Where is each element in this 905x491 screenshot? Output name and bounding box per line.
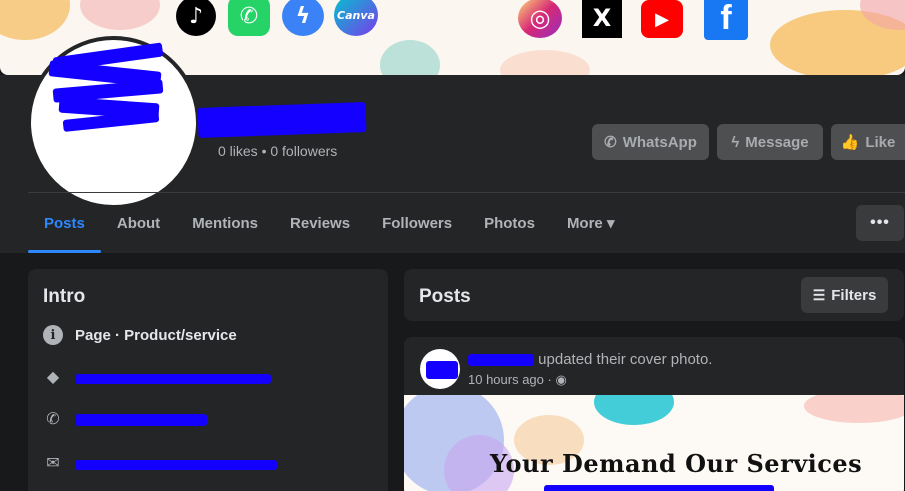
tab-mentions[interactable]: Mentions <box>176 201 274 246</box>
tab-photos[interactable]: Photos <box>468 201 551 246</box>
profile-tabs: Posts About Mentions Reviews Followers P… <box>28 201 630 253</box>
banner-headline: Your Demand Our Services <box>490 449 863 478</box>
intro-title: Intro <box>43 286 86 307</box>
filters-button[interactable]: ☰ Filters <box>801 277 888 313</box>
avatar[interactable] <box>27 36 204 209</box>
tab-more[interactable]: More ▾ <box>551 201 631 246</box>
like-button[interactable]: 👍 Like <box>831 124 905 160</box>
intro-card: Intro i Page · Product/service ◆ ✆ ✉ <box>28 269 388 491</box>
tab-about[interactable]: About <box>101 201 176 246</box>
instagram-icon: ◎ <box>518 0 562 38</box>
redacted-post-avatar-logo <box>426 361 458 379</box>
messenger-icon: ϟ <box>731 133 740 151</box>
phone-icon: ✆ <box>46 411 60 428</box>
header-divider <box>28 192 905 193</box>
message-button[interactable]: ϟ Message <box>717 124 823 160</box>
likes-followers-count: 0 likes • 0 followers <box>218 143 338 159</box>
info-icon: i <box>43 325 63 345</box>
like-label: Like <box>865 133 896 151</box>
tiktok-icon: ♪ <box>176 0 216 36</box>
globe-icon: ◉ <box>555 372 567 387</box>
tab-reviews[interactable]: Reviews <box>274 201 366 246</box>
intro-category-row: i Page · Product/service <box>43 325 237 345</box>
posts-title: Posts <box>419 286 471 307</box>
filters-label: Filters <box>831 286 877 304</box>
post-timestamp[interactable]: 10 hours ago · ◉ <box>468 372 567 388</box>
whatsapp-button[interactable]: ✆ WhatsApp <box>592 124 709 160</box>
tab-followers[interactable]: Followers <box>366 201 468 246</box>
intro-phone-row: ✆ <box>43 409 207 429</box>
post-action-text: updated their cover photo. <box>538 351 713 368</box>
directions-icon: ◆ <box>46 369 60 386</box>
canva-icon: Canva <box>334 0 378 36</box>
redacted-email <box>75 460 277 470</box>
profile-header: 0 likes • 0 followers ✆ WhatsApp ϟ Messa… <box>0 36 905 253</box>
whatsapp-icon: ✆ <box>228 0 270 36</box>
x-icon: X <box>582 0 622 38</box>
post-image[interactable]: Your Demand Our Services <box>404 395 904 491</box>
intro-address-row: ◆ <box>43 367 271 387</box>
message-label: Message <box>745 133 809 151</box>
post-card: updated their cover photo. 10 hours ago … <box>404 337 904 491</box>
redacted-banner-logo <box>544 485 774 491</box>
posts-header-card: Posts ☰ Filters <box>404 269 904 321</box>
whatsapp-icon: ✆ <box>604 134 617 151</box>
redacted-author-name <box>468 354 534 367</box>
facebook-icon: f <box>704 0 748 40</box>
facebook-page-profile: ♪ ✆ ϟ Canva ◎ X ▶ f 0 likes • 0 follower… <box>0 0 905 491</box>
intro-email-row: ✉ <box>43 453 277 473</box>
redacted-phone <box>75 414 207 426</box>
post-header: updated their cover photo. <box>468 351 712 368</box>
messenger-icon: ϟ <box>282 0 324 36</box>
tab-posts[interactable]: Posts <box>28 201 101 253</box>
thumbs-up-icon: 👍 <box>840 134 860 151</box>
intro-category: Page · Product/service <box>75 326 237 344</box>
mail-icon: ✉ <box>46 455 60 472</box>
filters-icon: ☰ <box>812 286 826 303</box>
redacted-address <box>75 374 271 384</box>
youtube-icon: ▶ <box>641 0 683 38</box>
more-options-button[interactable]: ••• <box>856 205 904 241</box>
whatsapp-label: WhatsApp <box>622 133 697 151</box>
redacted-page-name <box>197 102 367 138</box>
